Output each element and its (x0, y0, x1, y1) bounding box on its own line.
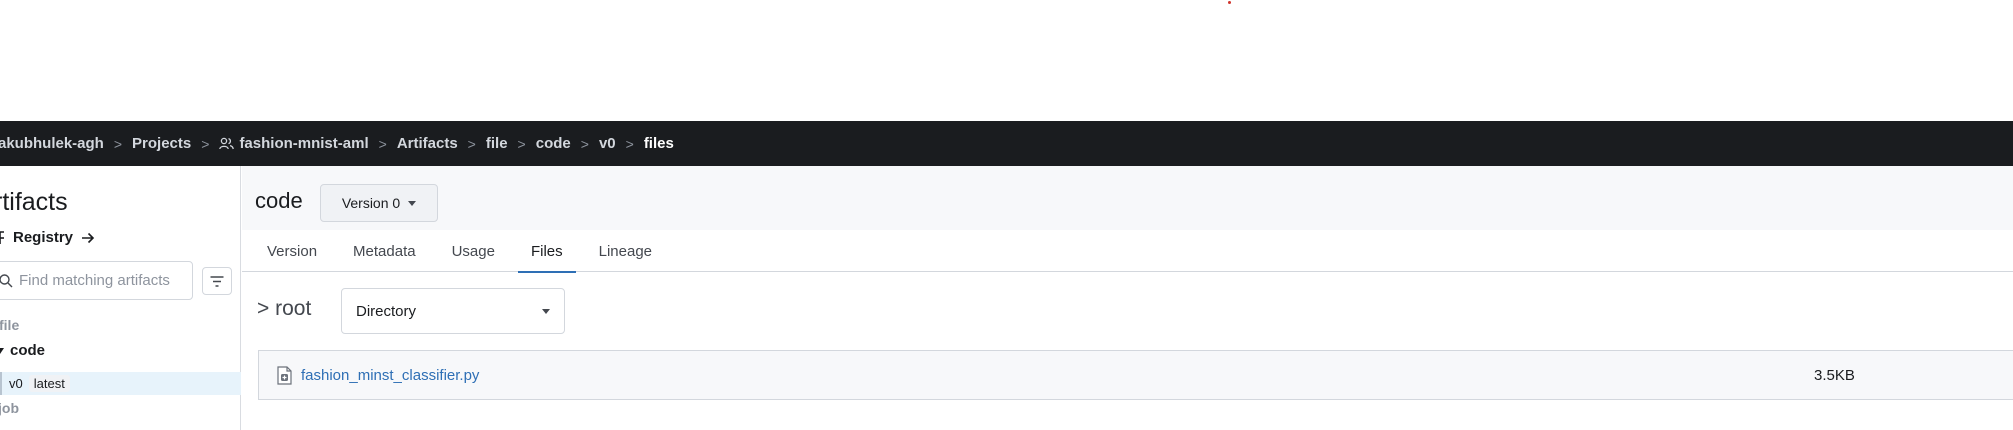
tree-version-label: v0 (9, 376, 23, 391)
registry-link[interactable]: Registry (0, 229, 95, 246)
file-row[interactable]: fashion_minst_classifier.py 3.5KB (258, 350, 2013, 400)
tab-lineage[interactable]: Lineage (586, 230, 665, 272)
root-path: > root (257, 297, 312, 320)
breadcrumb-separator: > (201, 135, 210, 152)
file-name-link[interactable]: fashion_minst_classifier.py (301, 367, 479, 384)
directory-select-label: Directory (356, 302, 417, 320)
filter-button[interactable] (202, 267, 232, 295)
breadcrumb-type[interactable]: file (486, 135, 508, 152)
version-dropdown-label: Version 0 (341, 195, 401, 211)
artifact-title: code (255, 188, 303, 213)
tab-usage[interactable]: Usage (439, 230, 508, 272)
tab-version[interactable]: Version (254, 230, 330, 272)
artifact-search[interactable] (0, 261, 193, 300)
sidebar-title: rtifacts (0, 188, 68, 216)
registry-label: Registry (13, 229, 74, 246)
main-content: code Version 0 Version Metadata Usage Fi… (242, 166, 2013, 430)
artifacts-sidebar: rtifacts Registry file code v0 latest (0, 166, 241, 430)
directory-select[interactable]: Directory (341, 288, 565, 334)
breadcrumb-project[interactable]: fashion-mnist-aml (219, 135, 369, 152)
breadcrumb-projects[interactable]: Projects (132, 135, 191, 152)
filter-icon (210, 275, 224, 287)
breadcrumb-artifacts[interactable]: Artifacts (397, 135, 458, 152)
cursor-dot (1228, 1, 1231, 4)
version-dropdown[interactable]: Version 0 (320, 184, 438, 222)
breadcrumb-separator: > (467, 135, 476, 152)
breadcrumb-project-label: fashion-mnist-aml (239, 135, 369, 152)
caret-down-icon (0, 347, 4, 354)
registry-icon (0, 230, 4, 244)
breadcrumb-separator: > (580, 135, 589, 152)
tab-files[interactable]: Files (517, 230, 576, 273)
tab-metadata[interactable]: Metadata (340, 230, 429, 272)
search-icon (0, 273, 13, 287)
breadcrumb-separator: > (113, 135, 123, 152)
python-file-icon (277, 365, 292, 385)
arrow-right-icon (82, 232, 95, 243)
tree-type-file[interactable]: file (0, 317, 19, 333)
artifact-header: code Version 0 (242, 166, 2013, 230)
breadcrumb-entity[interactable]: akubhulek-agh (0, 135, 104, 152)
breadcrumb-separator: > (378, 135, 387, 152)
breadcrumb: akubhulek-agh > Projects > fashion-mnist… (0, 121, 2013, 166)
chevron-down-icon (408, 200, 417, 206)
tree-artifact-code[interactable]: code (0, 342, 45, 359)
users-icon (219, 137, 235, 150)
breadcrumb-separator: > (625, 135, 634, 152)
tree-artifact-label: code (10, 342, 46, 359)
tree-type-job[interactable]: job (0, 400, 19, 416)
chevron-down-icon (542, 308, 550, 314)
breadcrumb-separator: > (517, 135, 526, 152)
file-size: 3.5KB (1814, 366, 1855, 384)
alias-badge: latest (28, 375, 70, 392)
breadcrumb-current: files (643, 135, 674, 152)
search-input[interactable] (19, 272, 189, 289)
breadcrumb-artifact[interactable]: code (536, 135, 571, 152)
tree-selection-edge (0, 372, 2, 395)
artifact-tabs: Version Metadata Usage Files Lineage (242, 230, 2013, 273)
breadcrumb-version[interactable]: v0 (599, 135, 616, 152)
tree-version-row[interactable]: v0 latest (0, 372, 241, 395)
